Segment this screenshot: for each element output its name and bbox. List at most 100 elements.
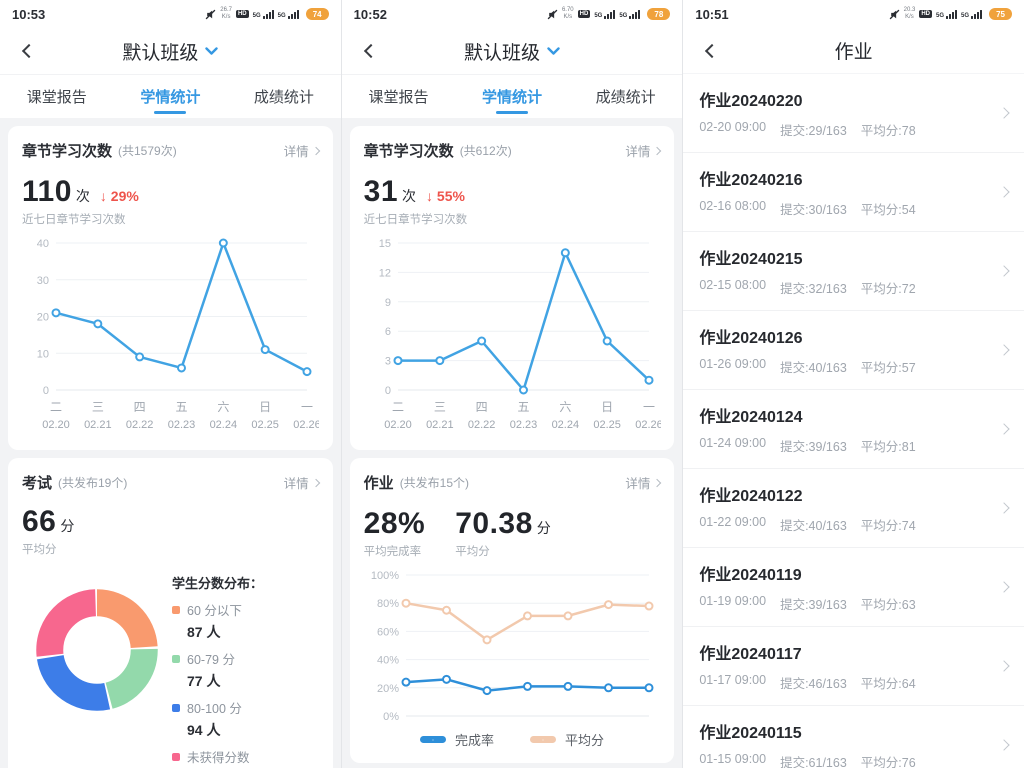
- svg-text:02.21: 02.21: [426, 419, 454, 431]
- details-link[interactable]: 详情: [284, 141, 319, 160]
- chevron-left-icon: [22, 44, 36, 58]
- network-speed-text: 26.7K/s: [220, 7, 232, 21]
- tab[interactable]: 学情统计: [114, 75, 228, 118]
- assignment-list-item[interactable]: 作业20240124 01-24 09:00 提交:39/163 平均分:81: [683, 390, 1024, 469]
- assignment-average: 平均分:64: [861, 673, 916, 692]
- clock-text: 10:53: [12, 7, 45, 22]
- svg-text:五: 五: [517, 400, 529, 414]
- svg-text:日: 日: [601, 400, 613, 414]
- assignment-submissions: 提交:29/163: [780, 120, 847, 139]
- back-button[interactable]: [360, 40, 382, 62]
- assignment-submissions: 提交:46/163: [780, 673, 847, 692]
- svg-text:0%: 0%: [383, 711, 399, 723]
- assignment-submissions: 提交:30/163: [780, 199, 847, 218]
- navbar: 默认班级: [342, 28, 683, 74]
- back-button[interactable]: [701, 40, 723, 62]
- signal-icon: 5G: [594, 10, 615, 19]
- assignment-meta: 01-17 09:00 提交:46/163 平均分:64: [699, 673, 990, 692]
- battery-icon: 74: [306, 8, 329, 20]
- chevron-right-icon: [998, 107, 1009, 118]
- card-title: 章节学习次数: [364, 140, 454, 161]
- assignment-submissions: 提交:32/163: [780, 278, 847, 297]
- assignment-list-item[interactable]: 作业20240216 02-16 08:00 提交:30/163 平均分:54: [683, 153, 1024, 232]
- assignment-meta: 01-22 09:00 提交:40/163 平均分:74: [699, 515, 990, 534]
- details-link[interactable]: 详情: [625, 473, 660, 492]
- chevron-right-icon: [653, 146, 661, 154]
- assignment-list-item[interactable]: 作业20240122 01-22 09:00 提交:40/163 平均分:74: [683, 469, 1024, 548]
- page-title: 默认班级: [122, 38, 198, 65]
- class-selector[interactable]: 默认班级: [464, 38, 560, 65]
- tab-bar: 课堂报告 学情统计 成绩统计: [342, 74, 683, 118]
- svg-text:0: 0: [385, 385, 391, 397]
- assignment-date: 01-24 09:00: [699, 436, 766, 455]
- chevron-right-icon: [653, 478, 661, 486]
- chart-caption: 近七日章节学习次数: [22, 211, 319, 227]
- tab[interactable]: 课堂报告: [342, 75, 456, 118]
- assignment-average: 平均分:57: [861, 357, 916, 376]
- tab[interactable]: 成绩统计: [227, 75, 341, 118]
- legend-label: 完成率: [455, 730, 494, 749]
- assignment-list-item[interactable]: 作业20240215 02-15 08:00 提交:32/163 平均分:72: [683, 232, 1024, 311]
- chevron-right-icon: [998, 344, 1009, 355]
- svg-text:四: 四: [475, 400, 487, 414]
- svg-text:40: 40: [37, 238, 49, 250]
- legend-label: 60 分以下: [187, 600, 242, 619]
- svg-text:二: 二: [50, 400, 62, 414]
- exam-avg-unit: 分: [60, 516, 74, 536]
- assignment-list-item[interactable]: 作业20240126 01-26 09:00 提交:40/163 平均分:57: [683, 311, 1024, 390]
- tab[interactable]: 课堂报告: [0, 75, 114, 118]
- svg-text:10: 10: [37, 348, 49, 360]
- scroll-content: 章节学习次数 (共612次) 详情 31 次 ↓ 55% 近七日章节学习次数 0…: [342, 118, 683, 768]
- assignment-list-item[interactable]: 作业20240220 02-20 09:00 提交:29/163 平均分:78: [683, 74, 1024, 153]
- tab-bar: 课堂报告 学情统计 成绩统计: [0, 74, 341, 118]
- assignment-meta: 02-15 08:00 提交:32/163 平均分:72: [699, 278, 990, 297]
- svg-text:02.24: 02.24: [210, 419, 238, 431]
- svg-text:五: 五: [175, 400, 187, 414]
- svg-text:02.25: 02.25: [593, 419, 621, 431]
- svg-text:六: 六: [217, 400, 229, 414]
- details-link[interactable]: 详情: [284, 473, 319, 492]
- svg-text:02.22: 02.22: [126, 419, 154, 431]
- study-count-unit: 次: [402, 186, 416, 206]
- navbar: 作业: [683, 28, 1024, 74]
- donut-legend: 60 分以下 87 人 60-79 分 77 人: [172, 600, 319, 768]
- assignment-list-item[interactable]: 作业20240119 01-19 09:00 提交:39/163 平均分:63: [683, 548, 1024, 627]
- assignment-list-item[interactable]: 作业20240115 01-15 09:00 提交:61/163 平均分:76: [683, 706, 1024, 768]
- tab-label: 学情统计: [140, 86, 200, 107]
- homework-card: 作业 (共发布15个) 详情 28% 平均完成率 70.38 分 平均分: [350, 458, 675, 763]
- page-title: 默认班级: [464, 38, 540, 65]
- assignment-average: 平均分:54: [861, 199, 916, 218]
- study-count-unit: 次: [76, 186, 90, 206]
- assignment-list-item[interactable]: 作业20240117 01-17 09:00 提交:46/163 平均分:64: [683, 627, 1024, 706]
- tab[interactable]: 学情统计: [455, 75, 569, 118]
- navbar: 默认班级: [0, 28, 341, 74]
- chevron-right-icon: [998, 186, 1009, 197]
- legend-count: 77 人: [187, 671, 319, 691]
- back-button[interactable]: [18, 40, 40, 62]
- assignment-submissions: 提交:39/163: [780, 594, 847, 613]
- study-count-value: 110: [22, 175, 72, 209]
- completion-value: 28%: [364, 507, 426, 541]
- assignment-date: 02-20 09:00: [699, 120, 766, 139]
- avg-score-value: 70.38: [455, 507, 533, 541]
- card-count: (共发布19个): [58, 474, 127, 491]
- svg-text:日: 日: [259, 400, 271, 414]
- assignment-date: 01-26 09:00: [699, 357, 766, 376]
- assignment-meta: 01-15 09:00 提交:61/163 平均分:76: [699, 752, 990, 768]
- study-count-value: 31: [364, 175, 398, 209]
- avg-score-caption: 平均分: [455, 543, 551, 559]
- legend-label: 未获得分数: [187, 747, 250, 766]
- svg-text:二: 二: [392, 400, 404, 414]
- svg-text:02.23: 02.23: [509, 419, 537, 431]
- class-selector[interactable]: 默认班级: [122, 38, 218, 65]
- chart-caption: 近七日章节学习次数: [364, 211, 661, 227]
- hd-icon: HD: [919, 10, 932, 18]
- assignment-submissions: 提交:61/163: [780, 752, 847, 768]
- chevron-right-icon: [998, 423, 1009, 434]
- details-link[interactable]: 详情: [625, 141, 660, 160]
- chevron-left-icon: [364, 44, 378, 58]
- legend-swatch: [172, 606, 180, 614]
- score-donut-chart: [22, 575, 172, 768]
- svg-text:3: 3: [385, 356, 391, 368]
- tab[interactable]: 成绩统计: [569, 75, 683, 118]
